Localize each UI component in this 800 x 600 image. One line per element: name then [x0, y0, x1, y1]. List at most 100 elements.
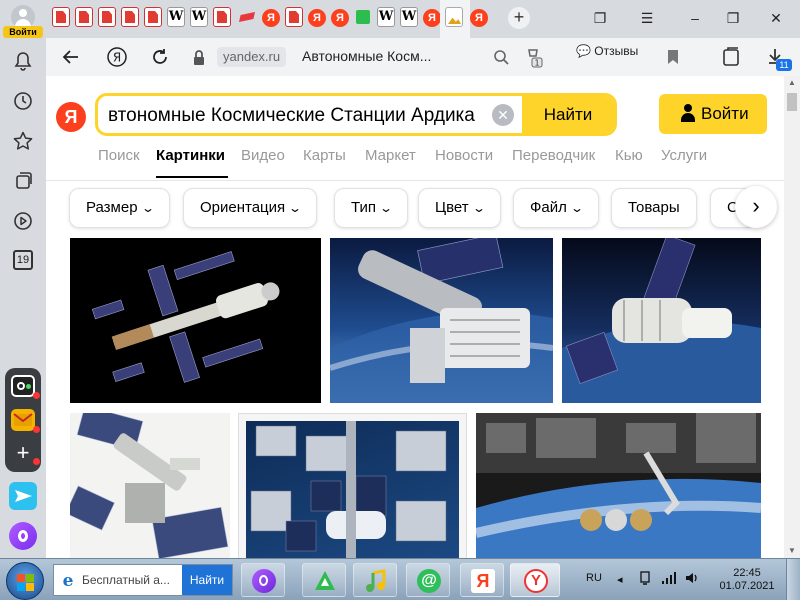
image-result-5[interactable] [238, 413, 467, 558]
restore-button[interactable]: ❐ [722, 8, 744, 28]
bookmark-icon[interactable] [662, 46, 684, 68]
filter-color[interactable]: Цвет ⌄ [418, 188, 501, 228]
history-icon[interactable] [12, 90, 34, 112]
menu-icon[interactable]: ☰ [636, 8, 658, 28]
tabs-icon[interactable] [12, 170, 34, 192]
tray-device-icon[interactable] [638, 570, 652, 589]
tab-yandex-1[interactable]: Я [262, 9, 280, 27]
tab-green-icon[interactable] [356, 10, 370, 24]
filter-type[interactable]: Тип ⌄ [334, 188, 409, 228]
filter-size[interactable]: Размер ⌄ [69, 188, 170, 228]
scrollbar-thumb[interactable] [787, 93, 797, 111]
taskbar-yandex-browser[interactable]: Y [510, 563, 560, 597]
protect-icon[interactable]: 1 [522, 46, 544, 68]
url-domain[interactable]: yandex.ru [217, 47, 287, 67]
active-tab[interactable] [440, 0, 470, 38]
new-tab-button[interactable]: + [508, 7, 530, 29]
reviews-button[interactable]: 💬 Отзывы [576, 44, 638, 58]
image-result-3[interactable] [562, 238, 761, 403]
tab-wikipedia-3[interactable]: W [377, 7, 395, 27]
service-tab-news[interactable]: Новости [435, 147, 493, 164]
service-tab-search[interactable]: Поиск [98, 147, 140, 164]
service-tab-maps[interactable]: Карты [303, 147, 346, 164]
service-tab-market[interactable]: Маркет [365, 147, 416, 164]
scroll-down-arrow[interactable]: ▼ [788, 546, 796, 555]
volume-icon[interactable] [684, 570, 700, 589]
service-tab-video[interactable]: Видео [241, 147, 285, 164]
video-play-icon[interactable] [12, 210, 34, 232]
url-page-title[interactable]: Автономные Косм... [302, 48, 431, 64]
tab-yandex-4[interactable]: Я [423, 9, 441, 27]
bookmarks-star-icon[interactable] [12, 130, 34, 152]
calendar-icon[interactable]: 19 [13, 250, 33, 270]
scroll-up-arrow[interactable]: ▲ [788, 78, 796, 87]
tab-pdf-3[interactable] [98, 7, 116, 27]
tab-pdf-6[interactable] [213, 7, 231, 27]
network-signal-icon[interactable] [661, 571, 677, 588]
system-clock[interactable]: 22:45 01.07.2021 [718, 567, 776, 593]
alice-station-icon[interactable] [11, 375, 35, 397]
tab-pdf-5[interactable] [144, 7, 162, 27]
downloads-badge: 11 [776, 59, 792, 71]
minimize-button[interactable]: – [684, 8, 706, 28]
image-result-1[interactable] [70, 238, 321, 403]
taskbar-search-input[interactable]: Бесплатный а... [82, 573, 180, 587]
filter-orientation[interactable]: Ориентация ⌄ [183, 188, 318, 228]
yandex-logo[interactable]: Я [56, 102, 86, 132]
vertical-scrollbar[interactable]: ▲ ▼ [784, 76, 800, 558]
tab-yandex-3[interactable]: Я [331, 9, 349, 27]
filter-file[interactable]: Файл ⌄ [513, 188, 599, 228]
taskbar-music[interactable] [353, 563, 397, 597]
filters-next-arrow[interactable]: › [735, 186, 777, 228]
start-button[interactable] [6, 562, 44, 600]
clear-search-button[interactable]: ✕ [492, 104, 514, 126]
taskbar-app-a[interactable] [302, 563, 346, 597]
notification-dot [33, 458, 40, 465]
show-desktop-button[interactable] [786, 559, 800, 600]
send-icon[interactable] [9, 482, 37, 510]
image-result-2[interactable] [330, 238, 553, 403]
service-tab-q[interactable]: Кью [615, 147, 643, 164]
search-input[interactable]: втономные Космические Станции Ардика [108, 105, 475, 127]
tab-pdf-2[interactable] [75, 7, 93, 27]
back-button[interactable] [60, 46, 82, 68]
tab-wikipedia-1[interactable]: W [167, 7, 185, 27]
tab-pdf-1[interactable] [52, 7, 70, 27]
filter-products[interactable]: Товары [611, 188, 697, 228]
collections-icon[interactable]: ❐ [589, 8, 611, 28]
tray-arrow-icon[interactable]: ◂ [617, 573, 623, 586]
taskbar-alice[interactable] [241, 563, 285, 597]
service-tab-services[interactable]: Услуги [661, 147, 707, 164]
alice-icon[interactable] [9, 522, 37, 550]
lock-icon[interactable] [188, 47, 210, 69]
tab-wikipedia-2[interactable]: W [190, 7, 208, 27]
add-app-icon[interactable]: + [11, 442, 35, 464]
taskbar-search-button[interactable]: Найти [182, 565, 232, 595]
image-result-6[interactable] [476, 413, 761, 558]
notifications-icon[interactable] [12, 50, 34, 72]
reload-button[interactable] [149, 46, 171, 68]
tab-yandex-5[interactable]: Я [470, 9, 488, 27]
language-indicator[interactable]: RU [586, 572, 602, 584]
service-tab-translate[interactable]: Переводчик [512, 147, 595, 164]
taskbar-mail[interactable]: @ [406, 563, 450, 597]
service-tab-images[interactable]: Картинки [156, 147, 225, 164]
tab-yandex-2[interactable]: Я [308, 9, 326, 27]
clock-time: 22:45 [733, 567, 761, 579]
filter-file-label: Файл [530, 199, 567, 216]
tab-wikipedia-4[interactable]: W [400, 7, 418, 27]
taskbar-yandex[interactable]: Я [460, 563, 504, 597]
tab-pdf-7[interactable] [285, 7, 303, 27]
image-result-4[interactable] [70, 413, 230, 558]
mail-icon[interactable] [11, 409, 35, 431]
translate-icon[interactable] [490, 46, 512, 68]
login-button[interactable]: Войти [659, 94, 767, 134]
search-submit-button[interactable]: Найти [522, 96, 614, 133]
yandex-home-button[interactable]: Я [106, 46, 128, 68]
tab-pdf-4[interactable] [121, 7, 139, 27]
notification-dot [33, 392, 40, 399]
close-button[interactable]: ✕ [765, 8, 787, 28]
collections-icon[interactable] [720, 46, 742, 68]
tab-red-icon[interactable] [238, 7, 256, 27]
profile-button[interactable]: Войти [0, 0, 46, 40]
